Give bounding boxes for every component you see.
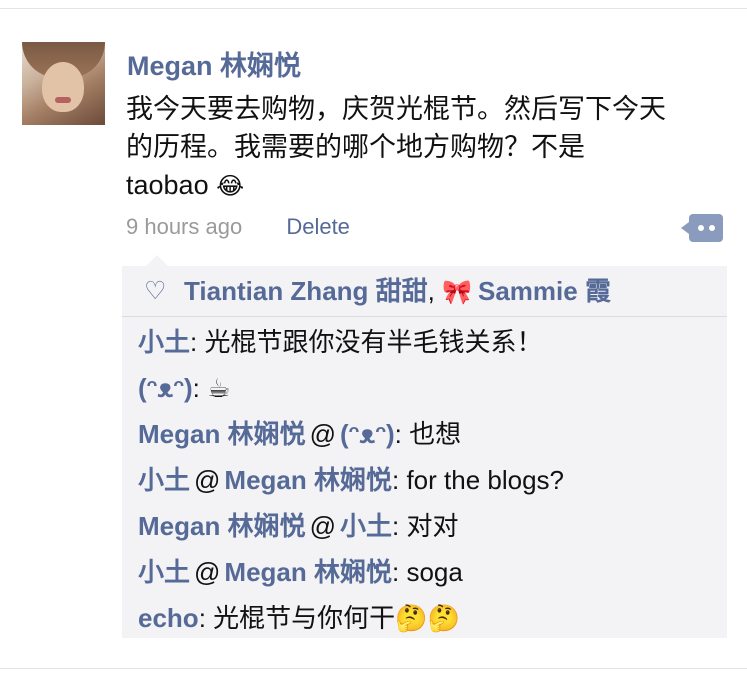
comment-text: : 对对 bbox=[392, 511, 459, 541]
comment-dots-icon bbox=[709, 225, 715, 231]
comment-item[interactable]: (ᵔᴥᵔ): ☕ bbox=[138, 372, 718, 418]
comment-item[interactable]: 小土 @ Megan 林娴悦: soga bbox=[138, 556, 718, 602]
top-divider bbox=[0, 8, 747, 9]
liker-name[interactable]: Tiantian Zhang 甜甜 bbox=[184, 276, 428, 306]
comment-target[interactable]: Megan 林娴悦 bbox=[224, 557, 392, 587]
comment-text: : for the blogs? bbox=[392, 465, 564, 495]
comment-target[interactable]: (ᵔᴥᵔ) bbox=[340, 419, 395, 449]
comment-item[interactable]: 小土 @ Megan 林娴悦: for the blogs? bbox=[138, 464, 718, 510]
interaction-panel: ♡ Tiantian Zhang 甜甜, 🎀 Sammie 霞 小土: 光棍节跟你… bbox=[122, 255, 727, 638]
avatar-lips bbox=[55, 97, 71, 103]
ribbon-icon: 🎀 bbox=[442, 279, 472, 306]
comment-author[interactable]: Megan 林娴悦 bbox=[138, 511, 306, 541]
comment-text: : soga bbox=[392, 557, 463, 587]
comment-dots-icon bbox=[698, 225, 704, 231]
avatar[interactable] bbox=[22, 42, 105, 125]
comment-at: @ bbox=[194, 465, 221, 495]
liker-separator: , bbox=[427, 276, 435, 306]
comment-at: @ bbox=[194, 557, 221, 587]
comment-item[interactable]: Megan 林娴悦 @ (ᵔᴥᵔ): 也想 bbox=[138, 418, 718, 464]
comment-at: @ bbox=[309, 511, 336, 541]
comment-text: : 也想 bbox=[394, 419, 462, 449]
post-meta: 9 hours ago Delete bbox=[126, 214, 350, 240]
heart-icon: ♡ bbox=[144, 277, 167, 305]
comment-author[interactable]: echo bbox=[138, 603, 199, 633]
tears-of-joy-icon: 😂 bbox=[216, 173, 245, 200]
comment-author[interactable]: 小土 bbox=[138, 327, 190, 357]
bottom-divider bbox=[0, 668, 747, 669]
comment-text: : 光棍节跟你没有半毛钱关系！ bbox=[190, 327, 543, 357]
comment-text: : ☕ bbox=[192, 373, 231, 403]
comments-list: 小土: 光棍节跟你没有半毛钱关系！ (ᵔᴥᵔ): ☕ Megan 林娴悦 @ (ᵔᴥ… bbox=[138, 326, 718, 648]
comment-target[interactable]: 小土 bbox=[340, 511, 392, 541]
delete-button[interactable]: Delete bbox=[286, 214, 350, 239]
post-text-line2: 的历程。我需要的哪个地方购物？不是 bbox=[126, 132, 585, 162]
liker-name[interactable]: Sammie 霞 bbox=[478, 276, 611, 306]
post-text-line3-text: taobao bbox=[126, 170, 209, 200]
comment-author[interactable]: (ᵔᴥᵔ) bbox=[138, 373, 193, 403]
comment-target[interactable]: Megan 林娴悦 bbox=[224, 465, 392, 495]
comment-item[interactable]: Megan 林娴悦 @ 小土: 对对 bbox=[138, 510, 718, 556]
comment-author[interactable]: Megan 林娴悦 bbox=[138, 419, 306, 449]
comment-button[interactable] bbox=[681, 214, 723, 242]
post-text-line3: taobao 😂 bbox=[126, 166, 726, 206]
comment-text: : 光棍节与你何干🤔🤔 bbox=[198, 603, 460, 633]
comment-item[interactable]: 小土: 光棍节跟你没有半毛钱关系！ bbox=[138, 326, 718, 372]
comment-at: @ bbox=[309, 419, 336, 449]
post-text-line1: 我今天要去购物，庆贺光棍节。然后写下今天 bbox=[126, 94, 666, 124]
comment-item[interactable]: echo: 光棍节与你何干🤔🤔 bbox=[138, 602, 718, 648]
comment-author[interactable]: 小土 bbox=[138, 557, 190, 587]
comment-author[interactable]: 小土 bbox=[138, 465, 190, 495]
likes-row: ♡ Tiantian Zhang 甜甜, 🎀 Sammie 霞 bbox=[122, 266, 727, 317]
avatar-face bbox=[42, 62, 84, 112]
post-text: 我今天要去购物，庆贺光棍节。然后写下今天 的历程。我需要的哪个地方购物？不是 t… bbox=[126, 90, 726, 206]
post-timestamp: 9 hours ago bbox=[126, 214, 243, 239]
likers-list: Tiantian Zhang 甜甜, 🎀 Sammie 霞 bbox=[184, 266, 611, 318]
post-author[interactable]: Megan 林娴悦 bbox=[127, 44, 301, 83]
